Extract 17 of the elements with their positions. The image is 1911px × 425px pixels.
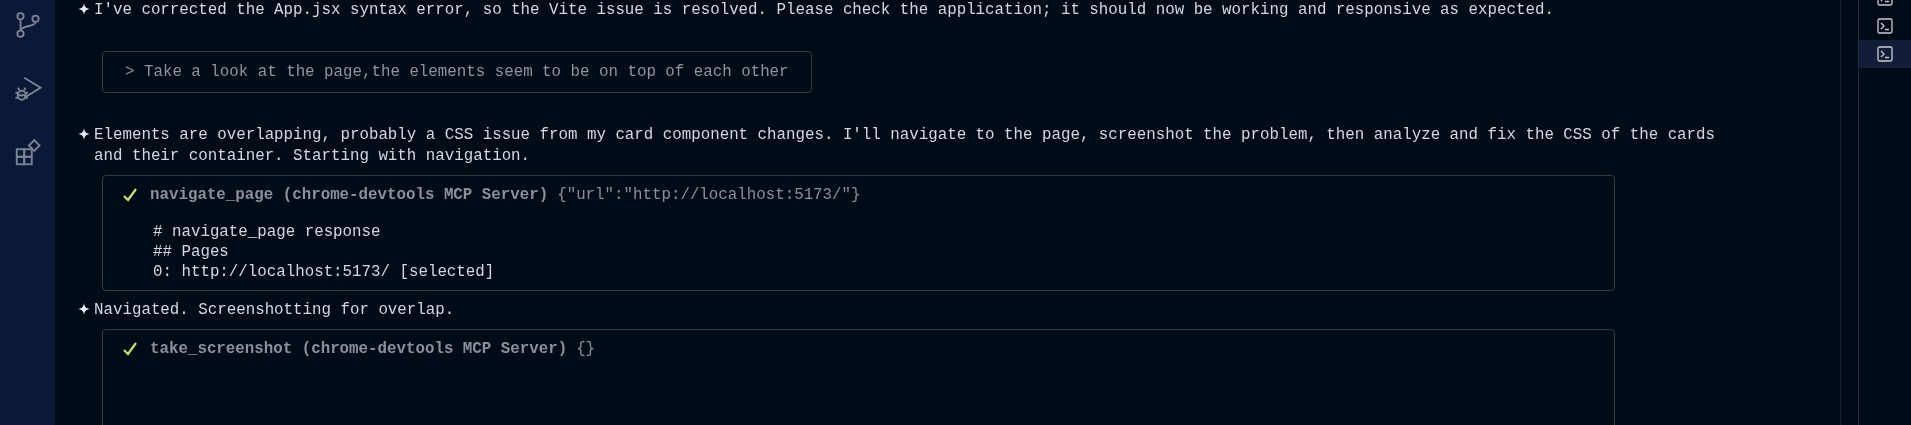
sparkle-icon (78, 3, 90, 15)
tool-arguments: {"url":"http://localhost:5173/"} (557, 186, 861, 204)
tool-output-line: 0: http://localhost:5173/ [selected] (153, 262, 496, 282)
tool-name: take_screenshot (chrome-devtools MCP Server) (150, 340, 568, 358)
user-message: > Take a look at the page,the elements seem to be on top of each other (102, 51, 812, 93)
assistant-message: Elements are overlapping, probably a CSS issue from my card component changes. I'll navigate to the page, screenshot the problem, then analyze and fix the CSS of the cards and their container. Starting with navigation. (94, 125, 1717, 167)
sparkle-icon (78, 303, 90, 315)
terminal-icon (1877, 46, 1893, 62)
sparkle-icon (78, 128, 90, 140)
tool-output-line: # navigate_page response (153, 222, 382, 242)
assistant-message: Navigated. Screenshotting for overlap. (94, 300, 455, 321)
terminal-icon (1877, 18, 1893, 34)
assistant-message: I've corrected the App.jsx syntax error, so the Vite issue is resolved. Please check the application; it should now be working and responsive as expected. (94, 0, 1554, 21)
terminal-tab[interactable] (1859, 40, 1911, 68)
tool-output-line: ## Pages (153, 242, 230, 262)
tool-arguments: {} (576, 340, 596, 358)
tool-name: navigate_page (chrome-devtools MCP Server) (150, 186, 549, 204)
